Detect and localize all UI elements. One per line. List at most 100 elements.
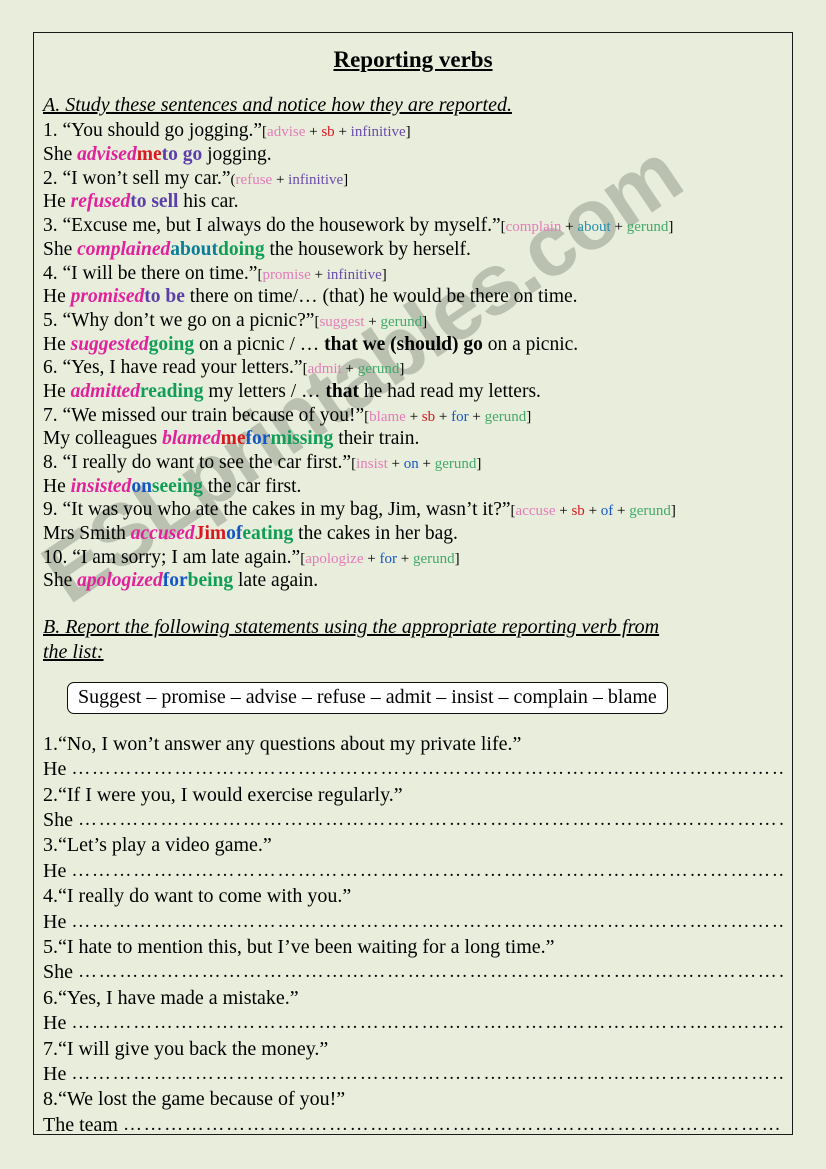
answer-blank-dots[interactable]: …………………………………………………………………………………………………………… bbox=[71, 859, 783, 883]
answer-subject-lead: He bbox=[43, 1012, 67, 1035]
example-number: 10. bbox=[43, 546, 73, 568]
question-prompt: 4.“I really do want to come with you.” bbox=[43, 884, 783, 909]
question-answer-line[interactable]: He……………………………………………………………………………………………………… bbox=[43, 910, 783, 935]
answer-blank-dots[interactable]: …………………………………………………………………………………………………………… bbox=[71, 757, 783, 781]
answer-token-bold: that we (should) go bbox=[324, 333, 483, 355]
pattern-token-verb: accuse bbox=[515, 503, 556, 520]
question-answer-line[interactable]: He……………………………………………………………………………………………………… bbox=[43, 859, 783, 884]
answer-blank-dots[interactable]: …………………………………………………………………………………………………………… bbox=[78, 808, 783, 832]
answer-subject-lead: The team bbox=[43, 1113, 118, 1136]
example-answer-line: He suggestedgoing on a picnic / … that w… bbox=[43, 333, 783, 357]
pattern-token-gerund: gerund bbox=[380, 313, 423, 330]
example-answer-line: He refusedto sell his car. bbox=[43, 190, 783, 214]
pattern-token-infinitive: infinitive bbox=[288, 171, 344, 188]
pattern-token-preposition_blue: for bbox=[379, 550, 397, 567]
example-number: 5. bbox=[43, 309, 63, 331]
pattern-token-verb: advise bbox=[267, 124, 306, 141]
answer-token-plain: his car. bbox=[178, 191, 239, 213]
pattern-token-object: sb bbox=[421, 408, 436, 425]
section-b-heading-line1: B. Report the following statements using… bbox=[43, 616, 660, 639]
answer-token-infinitive: to sell bbox=[130, 191, 179, 213]
pattern-token-plain: + bbox=[418, 456, 435, 473]
pattern-token-plain: + bbox=[435, 408, 452, 425]
answer-token-gerund: missing bbox=[270, 428, 334, 450]
question-number: 7. bbox=[43, 1037, 58, 1060]
example-quote-line: 7. “We missed our train because of you!”… bbox=[43, 404, 783, 428]
pattern-token-verb: refuse bbox=[235, 171, 273, 188]
pattern-token-verb: admit bbox=[307, 361, 342, 378]
example-pattern: [blame + sb + for + gerund] bbox=[364, 409, 531, 425]
answer-token-plain: there on time/… (that) he would be there… bbox=[184, 286, 578, 308]
example-quote-line: 10. “I am sorry; I am late again.”[apolo… bbox=[43, 546, 783, 570]
pattern-close-bracket: ] bbox=[454, 550, 460, 567]
answer-token-infinitive: to be bbox=[144, 286, 185, 308]
section-b-heading: B. Report the following statements using… bbox=[43, 615, 783, 664]
pattern-close-bracket: ] bbox=[668, 219, 674, 236]
pattern-token-plain: + bbox=[405, 408, 422, 425]
answer-token-plain: He bbox=[43, 380, 71, 402]
worksheet-page: Reporting verbs A. Study these sentences… bbox=[33, 32, 793, 1138]
example-answer-line: He admittedreading my letters / … that h… bbox=[43, 380, 783, 404]
example-number: 3. bbox=[43, 215, 63, 237]
example-pattern: [advise + sb + infinitive] bbox=[262, 124, 411, 140]
answer-token-plain: She bbox=[43, 238, 78, 260]
pattern-token-plain: + bbox=[561, 219, 578, 236]
example-quote: “I won’t sell my car.” bbox=[62, 167, 231, 189]
answer-token-plain: their train. bbox=[333, 428, 420, 450]
example-pattern: [admit + gerund] bbox=[303, 361, 405, 377]
answer-subject-lead: He bbox=[43, 758, 67, 781]
example-answer-line: He insistedonseeing the car first. bbox=[43, 475, 783, 499]
pattern-token-gerund: gerund bbox=[357, 361, 400, 378]
pattern-token-plain: + bbox=[364, 313, 381, 330]
answer-token-verb: accused bbox=[130, 523, 195, 545]
pattern-token-plain: + bbox=[387, 456, 404, 473]
example-pattern: [apologize + for + gerund] bbox=[300, 551, 459, 567]
answer-token-verb: complained bbox=[77, 238, 171, 260]
answer-token-gerund: going bbox=[148, 333, 195, 355]
question-answer-line[interactable]: He……………………………………………………………………………………………………… bbox=[43, 1011, 783, 1036]
page-title: Reporting verbs bbox=[333, 47, 493, 72]
example-quote: “We missed our train because of you!” bbox=[62, 404, 365, 426]
pattern-token-plain: + bbox=[584, 503, 601, 520]
answer-blank-dots[interactable]: …………………………………………………………………………………………………………… bbox=[71, 910, 783, 934]
question-answer-line[interactable]: He……………………………………………………………………………………………………… bbox=[43, 757, 783, 782]
example-answer-line: My colleagues blamedmeformissing their t… bbox=[43, 427, 783, 451]
answer-blank-dots[interactable]: …………………………………………………………………………………………………………… bbox=[71, 1011, 783, 1035]
answer-subject-lead: He bbox=[43, 910, 67, 933]
question-prompt: 6.“Yes, I have made a mistake.” bbox=[43, 986, 783, 1011]
question-prompt: 8.“We lost the game because of you!” bbox=[43, 1087, 783, 1112]
pattern-token-plain: + bbox=[396, 550, 413, 567]
answer-blank-dots[interactable]: …………………………………………………………………………………………………………… bbox=[78, 960, 783, 984]
example-quote-line: 8. “I really do want to see the car firs… bbox=[43, 451, 783, 475]
answer-token-plain: He bbox=[43, 286, 71, 308]
example-answer-line: He promisedto be there on time/… (that) … bbox=[43, 285, 783, 309]
pattern-token-plain: + bbox=[341, 361, 358, 378]
question-answer-line[interactable]: She…………………………………………………………………………………………………… bbox=[43, 960, 783, 985]
answer-token-preposition_blue: on bbox=[131, 475, 152, 497]
question-prompt: 7.“I will give you back the money.” bbox=[43, 1037, 783, 1062]
pattern-token-plain: + bbox=[613, 503, 630, 520]
answer-token-plain: my letters / … bbox=[203, 380, 326, 402]
question-answer-line[interactable]: The team……………………………………………………………………………………… bbox=[43, 1113, 783, 1138]
question-number: 1. bbox=[43, 732, 58, 755]
question-answer-line[interactable]: He……………………………………………………………………………………………………… bbox=[43, 1062, 783, 1087]
question-number: 2. bbox=[43, 783, 58, 806]
answer-token-plain: the housework by herself. bbox=[264, 238, 471, 260]
answer-token-plain: the car first. bbox=[202, 475, 302, 497]
answer-blank-dots[interactable]: …………………………………………………………………………………………………………… bbox=[123, 1113, 783, 1137]
answer-token-preposition_teal: about bbox=[170, 238, 218, 260]
example-quote: “Yes, I have read your letters.” bbox=[62, 357, 303, 379]
answer-token-gerund: seeing bbox=[151, 475, 203, 497]
answer-token-object: me bbox=[220, 428, 246, 450]
answer-token-verb: suggested bbox=[70, 333, 149, 355]
answer-token-plain: My colleagues bbox=[43, 428, 163, 450]
pattern-token-verb: promise bbox=[262, 266, 311, 283]
question-quote: “If I were you, I would exercise regular… bbox=[58, 783, 403, 806]
example-pattern: [accuse + sb + of + gerund] bbox=[511, 503, 676, 519]
example-number: 2. bbox=[43, 167, 63, 189]
answer-blank-dots[interactable]: …………………………………………………………………………………………………………… bbox=[71, 1062, 783, 1086]
question-answer-line[interactable]: She…………………………………………………………………………………………………… bbox=[43, 808, 783, 833]
example-quote-line: 5. “Why don’t we go on a picnic?”[sugges… bbox=[43, 309, 783, 333]
pattern-token-infinitive: infinitive bbox=[326, 266, 382, 283]
example-pattern: (refuse + infinitive] bbox=[231, 172, 349, 188]
